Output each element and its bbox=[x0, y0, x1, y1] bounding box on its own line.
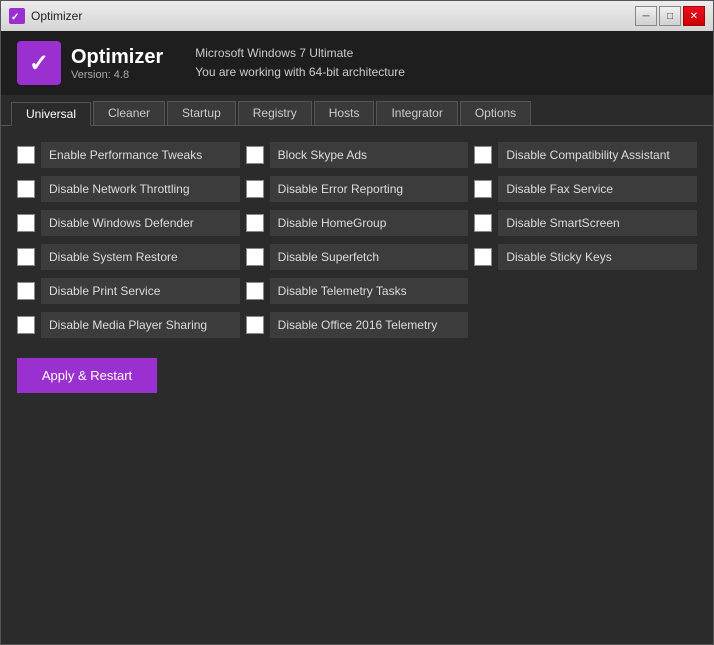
maximize-button[interactable]: □ bbox=[659, 6, 681, 26]
close-button[interactable]: ✕ bbox=[683, 6, 705, 26]
list-item: Disable Error Reporting bbox=[246, 176, 469, 202]
checkbox-disable-fax-service[interactable] bbox=[474, 180, 492, 198]
system-line2: You are working with 64-bit architecture bbox=[195, 63, 405, 82]
system-line1: Microsoft Windows 7 Ultimate bbox=[195, 44, 405, 63]
label-block-skype-ads[interactable]: Block Skype Ads bbox=[270, 142, 469, 168]
tab-options[interactable]: Options bbox=[460, 101, 531, 125]
main-window: ✓ Optimizer ─ □ ✕ ✓ Optimizer Version: 4… bbox=[0, 0, 714, 645]
title-bar-icon: ✓ bbox=[9, 8, 25, 24]
logo-area: ✓ Optimizer Version: 4.8 bbox=[17, 41, 163, 85]
app-logo: ✓ bbox=[17, 41, 61, 85]
label-disable-fax-service[interactable]: Disable Fax Service bbox=[498, 176, 697, 202]
app-system-info: Microsoft Windows 7 Ultimate You are wor… bbox=[195, 44, 405, 82]
checkbox-disable-media-player-sharing[interactable] bbox=[17, 316, 35, 334]
tab-registry[interactable]: Registry bbox=[238, 101, 312, 125]
tab-cleaner[interactable]: Cleaner bbox=[93, 101, 165, 125]
label-disable-compatibility-assistant[interactable]: Disable Compatibility Assistant bbox=[498, 142, 697, 168]
app-name-block: Optimizer Version: 4.8 bbox=[71, 46, 163, 81]
minimize-button[interactable]: ─ bbox=[635, 6, 657, 26]
list-item: Disable Fax Service bbox=[474, 176, 697, 202]
tab-startup[interactable]: Startup bbox=[167, 101, 236, 125]
list-item-empty bbox=[474, 278, 697, 304]
label-disable-office-2016-telemetry[interactable]: Disable Office 2016 Telemetry bbox=[270, 312, 469, 338]
list-item: Disable Media Player Sharing bbox=[17, 312, 240, 338]
checkbox-disable-windows-defender[interactable] bbox=[17, 214, 35, 232]
title-bar-buttons: ─ □ ✕ bbox=[635, 6, 705, 26]
list-item: Disable SmartScreen bbox=[474, 210, 697, 236]
checkbox-disable-telemetry-tasks[interactable] bbox=[246, 282, 264, 300]
apply-button-wrapper: Apply & Restart bbox=[17, 350, 697, 393]
list-item: Enable Performance Tweaks bbox=[17, 142, 240, 168]
app-version: Version: 4.8 bbox=[71, 69, 163, 81]
list-item: Disable HomeGroup bbox=[246, 210, 469, 236]
tab-universal[interactable]: Universal bbox=[11, 102, 91, 126]
checkbox-disable-system-restore[interactable] bbox=[17, 248, 35, 266]
label-enable-performance-tweaks[interactable]: Enable Performance Tweaks bbox=[41, 142, 240, 168]
checkbox-disable-error-reporting[interactable] bbox=[246, 180, 264, 198]
app-title: Optimizer bbox=[71, 46, 163, 69]
label-disable-print-service[interactable]: Disable Print Service bbox=[41, 278, 240, 304]
list-item: Disable Telemetry Tasks bbox=[246, 278, 469, 304]
list-item: Disable Compatibility Assistant bbox=[474, 142, 697, 168]
list-item: Disable Sticky Keys bbox=[474, 244, 697, 270]
label-disable-error-reporting[interactable]: Disable Error Reporting bbox=[270, 176, 469, 202]
list-item: Block Skype Ads bbox=[246, 142, 469, 168]
tab-integrator[interactable]: Integrator bbox=[376, 101, 457, 125]
list-item: Disable Network Throttling bbox=[17, 176, 240, 202]
list-item: Disable Print Service bbox=[17, 278, 240, 304]
list-item: Disable System Restore bbox=[17, 244, 240, 270]
list-item: Disable Office 2016 Telemetry bbox=[246, 312, 469, 338]
checkbox-disable-network-throttling[interactable] bbox=[17, 180, 35, 198]
checkbox-disable-print-service[interactable] bbox=[17, 282, 35, 300]
label-disable-network-throttling[interactable]: Disable Network Throttling bbox=[41, 176, 240, 202]
label-disable-sticky-keys[interactable]: Disable Sticky Keys bbox=[498, 244, 697, 270]
label-disable-superfetch[interactable]: Disable Superfetch bbox=[270, 244, 469, 270]
checkbox-disable-compatibility-assistant[interactable] bbox=[474, 146, 492, 164]
title-bar: ✓ Optimizer ─ □ ✕ bbox=[1, 1, 713, 31]
main-content: Enable Performance Tweaks Block Skype Ad… bbox=[1, 126, 713, 644]
label-disable-system-restore[interactable]: Disable System Restore bbox=[41, 244, 240, 270]
checkbox-enable-performance-tweaks[interactable] bbox=[17, 146, 35, 164]
title-bar-text: Optimizer bbox=[31, 9, 635, 23]
checkbox-disable-homegroup[interactable] bbox=[246, 214, 264, 232]
list-item: Disable Superfetch bbox=[246, 244, 469, 270]
checkbox-block-skype-ads[interactable] bbox=[246, 146, 264, 164]
label-disable-media-player-sharing[interactable]: Disable Media Player Sharing bbox=[41, 312, 240, 338]
checkbox-disable-smartscreen[interactable] bbox=[474, 214, 492, 232]
checkbox-disable-superfetch[interactable] bbox=[246, 248, 264, 266]
label-disable-homegroup[interactable]: Disable HomeGroup bbox=[270, 210, 469, 236]
app-header: ✓ Optimizer Version: 4.8 Microsoft Windo… bbox=[1, 31, 713, 95]
svg-text:✓: ✓ bbox=[11, 12, 19, 23]
options-grid: Enable Performance Tweaks Block Skype Ad… bbox=[17, 142, 697, 338]
tab-hosts[interactable]: Hosts bbox=[314, 101, 375, 125]
checkbox-disable-sticky-keys[interactable] bbox=[474, 248, 492, 266]
label-disable-windows-defender[interactable]: Disable Windows Defender bbox=[41, 210, 240, 236]
label-disable-telemetry-tasks[interactable]: Disable Telemetry Tasks bbox=[270, 278, 469, 304]
list-item: Disable Windows Defender bbox=[17, 210, 240, 236]
checkbox-disable-office-2016-telemetry[interactable] bbox=[246, 316, 264, 334]
content-spacer bbox=[17, 405, 697, 628]
tab-bar: Universal Cleaner Startup Registry Hosts… bbox=[1, 95, 713, 126]
label-disable-smartscreen[interactable]: Disable SmartScreen bbox=[498, 210, 697, 236]
apply-restart-button[interactable]: Apply & Restart bbox=[17, 358, 157, 393]
list-item-empty bbox=[474, 312, 697, 338]
